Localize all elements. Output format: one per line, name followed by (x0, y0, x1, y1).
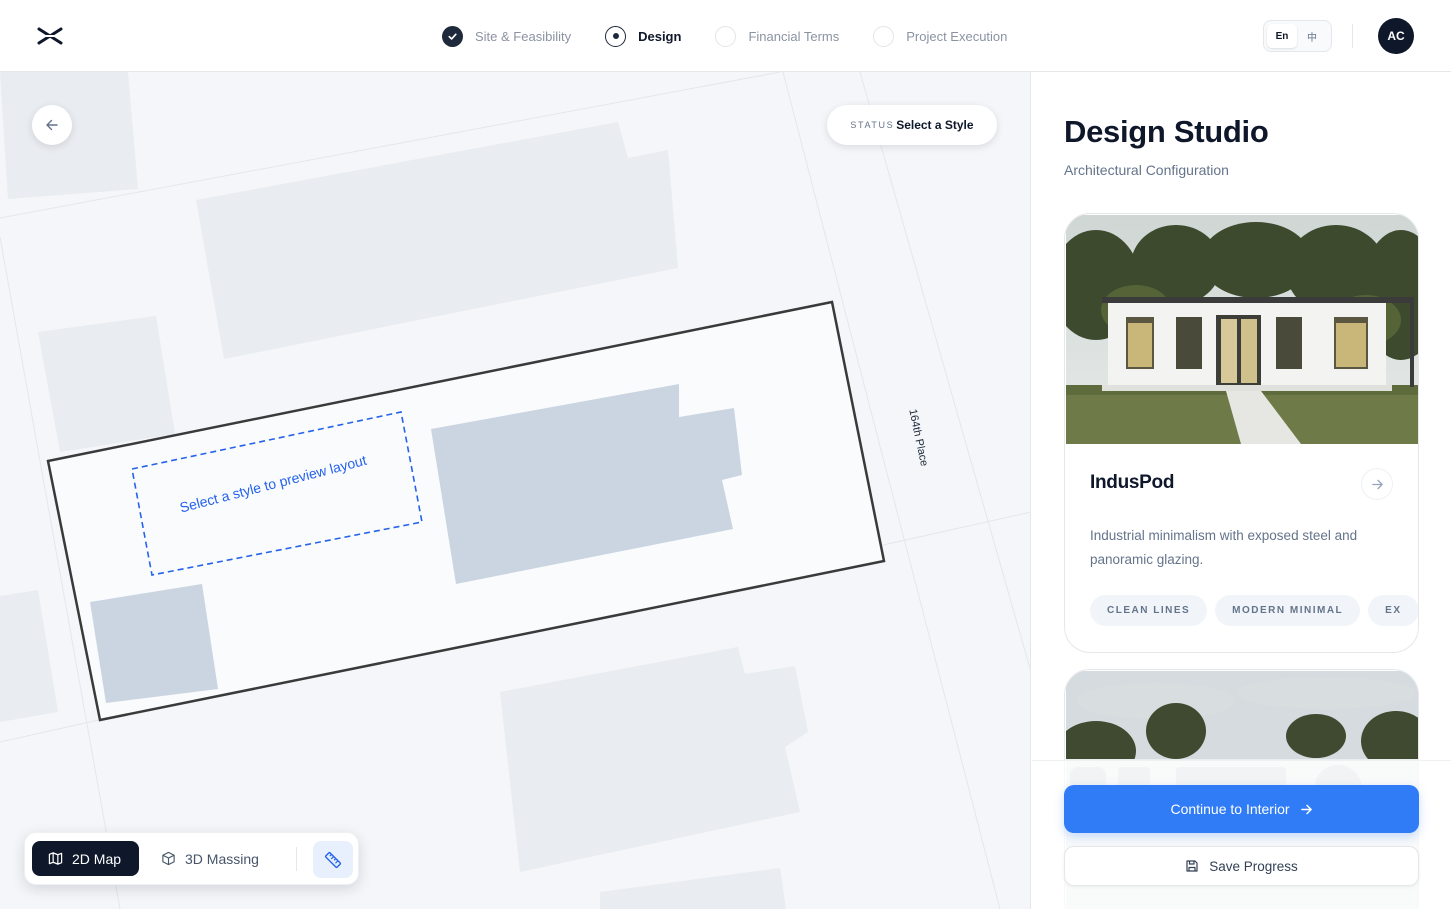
language-toggle: En 中 (1263, 20, 1332, 52)
save-progress-button[interactable]: Save Progress (1064, 846, 1419, 886)
style-tag: MODERN MINIMAL (1215, 595, 1361, 626)
map-toolbar: 2D Map 3D Massing (24, 832, 359, 885)
measure-tool-button[interactable] (313, 841, 353, 878)
ruler-icon (325, 851, 341, 868)
lang-en-option[interactable]: En (1267, 24, 1297, 48)
check-icon (442, 25, 463, 47)
status-value: Select a Style (896, 118, 974, 132)
style-tag: CLEAN LINES (1090, 595, 1208, 626)
style-card-induspod[interactable]: IndusPod Industrial minimalism with expo… (1064, 213, 1419, 653)
step-label: Project Execution (906, 28, 1008, 44)
style-name: IndusPod (1090, 472, 1175, 493)
view-3d-massing-button[interactable]: 3D Massing (161, 841, 259, 876)
step-project-execution[interactable]: Project Execution (873, 25, 1008, 47)
site-map[interactable]: STATUS Select a Style 164th Place Select… (0, 72, 1031, 909)
current-step-icon (605, 25, 627, 47)
neighbor-building (600, 868, 786, 909)
neighbor-building (500, 647, 808, 872)
map-canvas (0, 72, 1030, 909)
top-header: Site & Feasibility Design Financial Term… (0, 0, 1451, 72)
save-icon (1186, 860, 1198, 872)
arrow-right-icon (1300, 804, 1312, 814)
header-divider (1352, 24, 1353, 48)
step-site-feasibility[interactable]: Site & Feasibility (442, 25, 572, 47)
continue-to-interior-button[interactable]: Continue to Interior (1064, 785, 1419, 833)
user-avatar[interactable]: AC (1378, 18, 1414, 54)
step-label: Site & Feasibility (475, 28, 572, 44)
neighbor-building (0, 590, 58, 722)
progress-stepper: Site & Feasibility Design Financial Term… (442, 24, 1041, 48)
view-2d-label: 2D Map (72, 850, 122, 867)
continue-label: Continue to Interior (1170, 801, 1290, 817)
map-icon (48, 852, 63, 865)
arrow-right-icon (1371, 479, 1383, 489)
step-design[interactable]: Design (605, 25, 682, 47)
pending-step-icon (715, 25, 737, 47)
save-label: Save Progress (1209, 858, 1298, 874)
neighbor-building (38, 316, 175, 452)
status-key: STATUS (850, 120, 895, 130)
toolbar-divider (296, 847, 297, 871)
arrow-left-icon (46, 119, 58, 131)
step-financial-terms[interactable]: Financial Terms (715, 25, 840, 47)
style-description: Industrial minimalism with exposed steel… (1090, 528, 1358, 567)
existing-garage (90, 584, 218, 703)
logo-icon[interactable] (36, 24, 64, 48)
step-label: Design (638, 28, 682, 44)
style-tags: CLEAN LINES MODERN MINIMAL EX (1090, 595, 1418, 626)
panel-subtitle: Architectural Configuration (1064, 162, 1229, 178)
style-select-button[interactable] (1361, 468, 1393, 500)
panel-footer (1032, 760, 1451, 909)
view-2d-map-button[interactable]: 2D Map (32, 841, 139, 876)
step-label: Financial Terms (748, 28, 840, 44)
panel-title: Design Studio (1064, 114, 1269, 149)
back-button[interactable] (32, 105, 72, 145)
pending-step-icon (873, 25, 895, 47)
view-3d-label: 3D Massing (185, 850, 259, 867)
neighbor-building (196, 122, 678, 359)
style-tag: EX (1368, 595, 1418, 626)
design-studio-panel: Design Studio Architectural Configuratio… (1032, 72, 1451, 909)
cube-icon (162, 851, 175, 866)
status-pill: STATUS Select a Style (827, 105, 997, 145)
lang-zh-option[interactable]: 中 (1297, 24, 1327, 48)
style-preview-image (1066, 215, 1418, 444)
